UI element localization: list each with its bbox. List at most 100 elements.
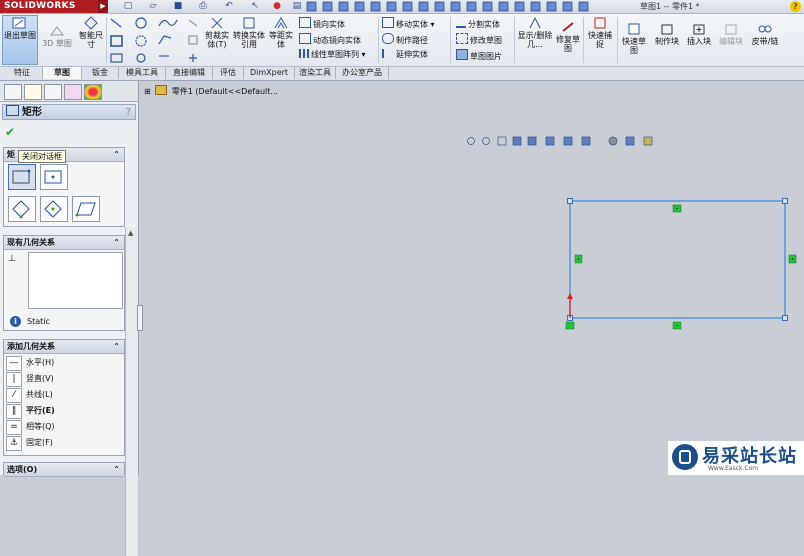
select-icon[interactable]: ↖	[248, 1, 262, 12]
3pt-corner-rectangle-button[interactable]	[8, 196, 36, 222]
offset-icon	[274, 17, 288, 29]
menu-arrow-icon[interactable]: ▶	[98, 0, 108, 13]
3pt-center-rectangle-button[interactable]	[40, 196, 68, 222]
display-relations-button[interactable]: 显示/删除几...	[516, 16, 554, 49]
new-document-icon[interactable]: ▢	[121, 1, 135, 12]
insert-block-button[interactable]: 插入块	[684, 22, 714, 46]
corner-point-bottom-right[interactable]	[782, 315, 788, 321]
tab-dimxpert[interactable]: DimXpert	[244, 67, 295, 79]
panel-scrollbar[interactable]: ▲	[125, 227, 138, 556]
modify-sketch-button[interactable]: 修改草图	[456, 33, 502, 46]
coincident-relation-icon[interactable]	[565, 321, 575, 330]
offset-entities-button[interactable]: 等距实体	[266, 16, 296, 49]
sketch3d-button[interactable]: 3D 草图	[40, 24, 74, 48]
dimxpert-tab-icon[interactable]	[64, 84, 82, 100]
relation-horizontal[interactable]: — 水平(H)	[6, 355, 55, 371]
sketch-entities-icons[interactable]	[109, 16, 201, 64]
display-manager-tab-icon[interactable]	[84, 84, 102, 100]
command-manager-ribbon: 退出草图 3D 草图 智能尺寸 剪裁实体(T) 转换实体引用 等距实体 镜向实体…	[0, 14, 804, 67]
mirror-label: 镜向实体	[313, 20, 345, 29]
tab-direct-edit[interactable]: 直接编辑	[166, 67, 213, 79]
extend-entities-button[interactable]: 延伸实体	[382, 49, 428, 60]
help-icon[interactable]: ?	[790, 1, 801, 12]
exit-sketch-button[interactable]: 退出草图	[2, 15, 38, 65]
smart-dimension-button[interactable]: 智能尺寸	[76, 16, 106, 49]
corner-rectangle-button[interactable]	[8, 164, 36, 190]
manager-tabs	[0, 81, 138, 102]
tab-evaluate[interactable]: 评估	[213, 67, 244, 79]
make-block-button[interactable]: 制作块	[652, 22, 682, 46]
solidworks-logo[interactable]: SOLIDWORKS	[0, 0, 98, 13]
relation-parallel[interactable]: ∥ 平行(E)	[6, 403, 55, 419]
move-entities-button[interactable]: 移动实体 ▾	[382, 17, 435, 30]
corner-rectangle-icon	[12, 169, 31, 184]
corner-point-top-left[interactable]	[567, 198, 573, 204]
relation-symbol-icon: ⊥	[8, 254, 16, 264]
relation-equal[interactable]: = 相等(Q)	[6, 419, 55, 435]
construction-path-button[interactable]: 制作路径	[382, 33, 428, 46]
tab-office[interactable]: 办公室产品	[336, 67, 389, 79]
scroll-up-icon[interactable]: ▲	[128, 229, 133, 237]
open-icon[interactable]: ▱	[146, 1, 160, 12]
sketch-rectangle[interactable]	[569, 200, 786, 319]
save-icon[interactable]: ■	[171, 1, 185, 12]
relation-fix[interactable]: ⚓ 固定(F)	[6, 435, 55, 451]
sketch-status-text: Static	[27, 317, 50, 326]
existing-relations-header[interactable]: 现有几何关系 ⌃	[4, 236, 124, 250]
parallelogram-icon	[75, 202, 96, 217]
sketch-picture-button[interactable]: 草图图片	[456, 49, 502, 62]
split-entities-button[interactable]: 分割实体	[456, 17, 500, 30]
center-rectangle-button[interactable]	[40, 164, 68, 190]
ribbon-separator	[514, 17, 515, 63]
belt-chain-button[interactable]: 皮带/链	[748, 22, 782, 46]
repair-sketch-button[interactable]: 修复草图	[556, 20, 580, 53]
view-orientation-icons[interactable]	[306, 1, 606, 12]
rectangle-icon	[6, 105, 19, 116]
configuration-manager-tab-icon[interactable]	[44, 84, 62, 100]
rebuild-icon[interactable]: ●	[270, 1, 284, 12]
edit-block-icon	[725, 24, 737, 35]
quick-snaps-button[interactable]: 快速捕捉	[586, 16, 614, 49]
collapse-chevron-icon[interactable]: ⌃	[113, 463, 120, 476]
rapid-sketch-button[interactable]: 快速草图	[619, 22, 649, 55]
trim-entities-button[interactable]: 剪裁实体(T)	[202, 16, 232, 49]
add-relations-header[interactable]: 添加几何关系 ⌃	[4, 340, 124, 354]
part-icon	[155, 85, 168, 95]
parallel-icon: ∥	[6, 403, 22, 419]
relation-vertical[interactable]: | 竖直(V)	[6, 371, 55, 387]
linear-pattern-button[interactable]: 线性草图阵列 ▾	[299, 49, 366, 60]
tab-sketch[interactable]: 草图	[43, 67, 82, 79]
feature-tree-flyout[interactable]: ⊞ 零件1 (Default<<Default...	[144, 85, 278, 97]
tab-render[interactable]: 渲染工具	[295, 67, 336, 79]
options-icon[interactable]: ▤	[290, 1, 304, 12]
existing-relations-list[interactable]	[28, 252, 123, 309]
help-question-icon[interactable]: ?	[126, 105, 131, 121]
convert-icon	[243, 17, 255, 29]
tab-mold-tools[interactable]: 模具工具	[119, 67, 166, 79]
ribbon-separator	[583, 17, 584, 63]
print-icon[interactable]: ⎙	[196, 1, 210, 12]
property-manager-tab-icon[interactable]	[24, 84, 42, 100]
expand-icon[interactable]: ⊞	[144, 87, 151, 96]
edit-block-button[interactable]: 编辑块	[716, 22, 746, 46]
ok-check-icon[interactable]: ✔	[5, 125, 15, 139]
graphics-area[interactable]	[139, 81, 804, 475]
add-relations-title: 添加几何关系	[7, 342, 55, 351]
linear-pattern-icon	[299, 49, 309, 58]
tab-features[interactable]: 特征	[2, 67, 43, 79]
undo-icon[interactable]: ↶	[222, 1, 236, 12]
tab-sheet-metal[interactable]: 钣金	[82, 67, 119, 79]
convert-entities-button[interactable]: 转换实体引用	[233, 16, 265, 49]
mirror-button[interactable]: 镜向实体	[299, 17, 345, 30]
sketch3d-label: 3D 草图	[42, 39, 72, 48]
parallelogram-button[interactable]	[72, 196, 100, 222]
insert-block-label: 插入块	[687, 37, 711, 46]
collapse-chevron-icon[interactable]: ⌃	[113, 148, 120, 161]
collapse-chevron-icon[interactable]: ⌃	[113, 236, 120, 249]
dynamic-mirror-button[interactable]: 动态镜向实体	[299, 33, 361, 46]
relation-collinear[interactable]: ⁄ 共线(L)	[6, 387, 55, 403]
collapse-chevron-icon[interactable]: ⌃	[113, 340, 120, 353]
offset-label: 等距实体	[269, 31, 293, 49]
feature-manager-tab-icon[interactable]	[4, 84, 22, 100]
corner-point-top-right[interactable]	[782, 198, 788, 204]
